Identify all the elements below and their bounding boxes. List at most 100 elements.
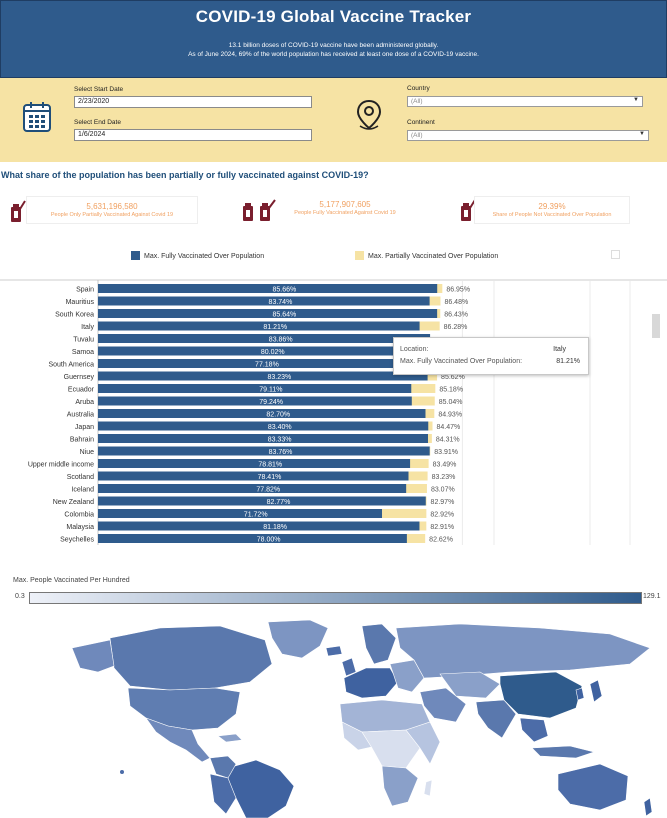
continent-select[interactable]: (All) ▼ [407,130,649,141]
map-region-japan [589,679,603,703]
kpi-label: People Fully Vaccinated Against Covid 19 [294,210,396,216]
bar-fully[interactable] [98,321,420,331]
legend-item-fully[interactable]: Max. Fully Vaccinated Over Population [131,251,264,260]
bar-fully[interactable] [98,409,426,418]
section-question: What share of the population has been pa… [1,170,369,180]
data-label-partial: 82.91% [430,524,454,531]
legend-item-partial[interactable]: Max. Partially Vaccinated Over Populatio… [355,251,498,260]
category-label: Bahrain [70,437,94,444]
vaccine-icon [243,199,276,221]
bar-fully[interactable] [98,384,412,393]
category-label: South Korea [55,312,94,319]
category-label: Ecuador [68,387,95,394]
bar-fully[interactable] [98,459,411,468]
data-label-fully: 82.70% [266,412,290,419]
calendar-icon [23,102,51,132]
data-label-fully: 78.41% [258,474,282,481]
world-map[interactable] [10,618,667,818]
data-label-fully: 80.02% [261,349,285,356]
category-label: Scotland [67,474,94,481]
page-title: COVID-19 Global Vaccine Tracker [195,7,472,26]
tooltip-metric-key: Max. Fully Vaccinated Over Population: [400,358,523,365]
chart-scrollbar[interactable] [652,314,660,338]
continent-label: Continent [407,119,435,126]
map-legend-title: Max. People Vaccinated Per Hundred [13,577,130,584]
start-date-label: Select Start Date [74,86,124,93]
legend-checkbox[interactable] [611,250,620,259]
chevron-down-icon: ▼ [633,97,639,103]
map-legend-min: 0.3 [15,593,25,600]
start-date-input[interactable]: 2/23/2020 [74,96,312,108]
bar-fully[interactable] [98,446,430,456]
data-label-partial: 83.07% [431,487,455,494]
category-label: Mauritius [66,299,95,306]
legend-swatch-fully [131,251,140,260]
data-label-partial: 86.95% [446,287,470,294]
vaccine-icon [11,200,26,222]
data-label-fully: 82.77% [267,499,291,506]
world-map-svg [71,619,653,818]
kpi-value: 5,177,907,605 [319,200,371,209]
data-label-fully: 85.64% [272,312,296,319]
data-label-partial: 82.92% [430,512,454,519]
map-region-canada [109,625,273,691]
header-line-2: As of June 2024, 69% of the world popula… [188,51,479,58]
bar-fully[interactable] [98,296,430,306]
data-label-partial: 82.62% [429,537,453,544]
bar-fully[interactable] [98,534,407,543]
data-label-fully: 78.00% [257,537,281,544]
bar-fully[interactable] [98,484,407,493]
bar-fully[interactable] [98,359,404,368]
data-label-partial: 84.31% [436,437,460,444]
header-subtitle: 13.1 billion doses of COVID-19 vaccine h… [1,41,666,59]
map-region-southeast-asia [519,717,549,743]
bar-fully[interactable] [98,371,428,381]
end-date-input[interactable]: 1/6/2024 [74,129,312,141]
map-region-iceland [325,645,343,657]
bar-fully[interactable] [98,309,438,318]
legend-label-partial: Max. Partially Vaccinated Over Populatio… [368,253,499,260]
chart-tooltip: Location: Italy Max. Fully Vaccinated Ov… [393,337,589,375]
bar-fully[interactable] [98,521,420,531]
map-region-caribbean [217,733,243,743]
bar-fully[interactable] [98,396,412,406]
category-label: Tuvalu [73,337,94,344]
kpi-not-vaccinated: 29.39% Share of People Not Vaccinated Ov… [474,196,630,224]
data-label-fully: 79.11% [259,387,282,394]
bar-fully[interactable] [98,471,409,481]
bar-fully[interactable] [98,434,428,443]
bar-fully[interactable] [98,346,415,356]
map-region-alaska [71,639,115,673]
kpi-fully-vaccinated: 5,177,907,605 People Fully Vaccinated Ag… [278,197,412,225]
map-region-southern-africa [381,765,419,807]
bar-fully[interactable] [98,509,383,518]
category-label: Japan [75,424,94,431]
end-date-label: Select End Date [74,119,121,126]
bar-fully[interactable] [98,334,431,343]
data-label-fully: 83.76% [269,449,293,456]
bar-fully[interactable] [98,284,438,293]
country-select-value: (All) [411,98,423,105]
category-label: Upper middle income [28,462,94,469]
dashboard: COVID-19 Global Vaccine Tracker 13.1 bil… [0,0,667,818]
data-label-fully: 78.81% [258,462,282,469]
legend-label-fully: Max. Fully Vaccinated Over Population [144,253,265,260]
data-label-partial: 86.48% [444,299,468,306]
category-label: Seychelles [60,537,94,544]
data-label-fully: 83.74% [269,299,293,306]
map-region-brazil [227,759,295,818]
tooltip-location-value: Italy [553,346,566,353]
map-region-madagascar [423,779,433,797]
data-label-partial: 83.91% [434,449,458,456]
data-label-partial: 85.04% [439,399,463,406]
map-region-usa [127,687,241,731]
bar-fully[interactable] [98,421,429,431]
data-label-fully: 83.40% [268,424,292,431]
data-label-partial: 84.93% [438,412,462,419]
tooltip-metric-value: 81.21% [556,358,580,365]
category-label: South America [48,362,94,369]
tooltip-location-key: Location: [400,346,429,353]
map-region-greenland [267,619,329,659]
bar-fully[interactable] [98,496,426,506]
country-select[interactable]: (All) ▼ [407,96,643,107]
